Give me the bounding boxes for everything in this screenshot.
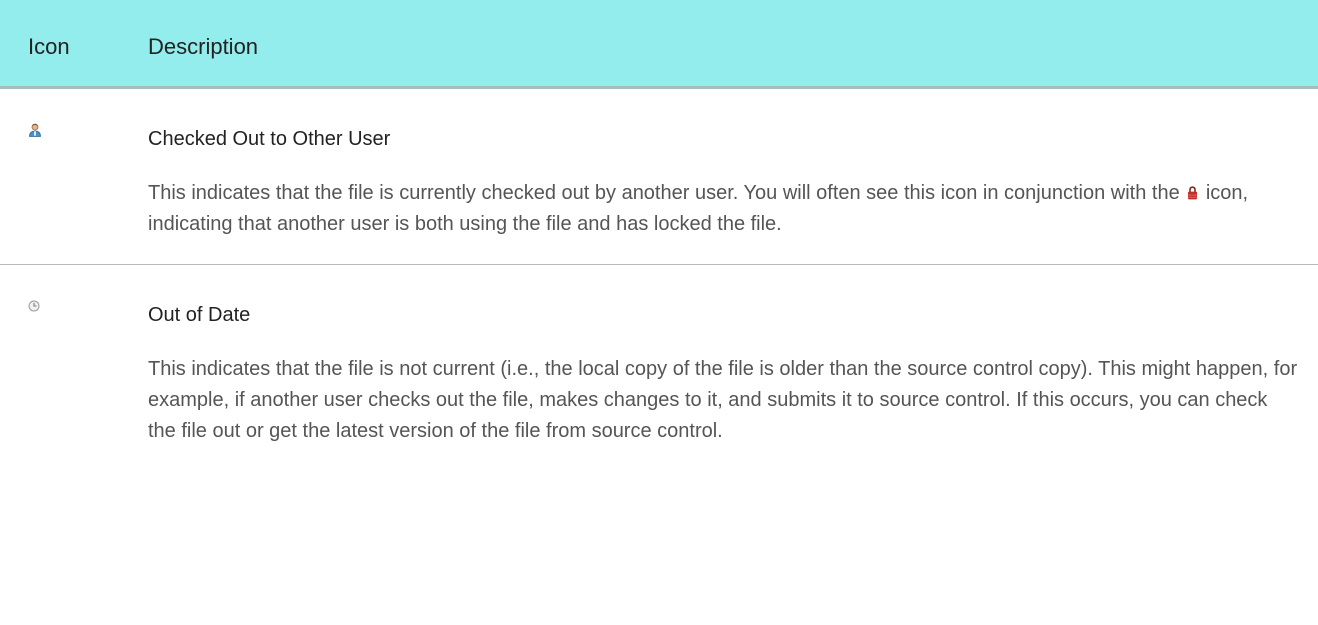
description-cell: Checked Out to Other User This indicates…: [148, 87, 1318, 265]
table-row: Out of Date This indicates that the file…: [0, 264, 1318, 467]
row-description: This indicates that the file is not curr…: [148, 357, 1298, 442]
row-title: Checked Out to Other User: [148, 127, 391, 150]
table-header: Icon Description: [0, 0, 1318, 89]
row-title: Out of Date: [148, 303, 251, 326]
description-cell: Out of Date This indicates that the file…: [148, 264, 1318, 467]
icon-cell: [0, 264, 148, 467]
table-row: Checked Out to Other User This indicates…: [0, 87, 1318, 265]
out-of-date-clock-icon: [28, 300, 40, 312]
column-header-icon: Icon: [0, 0, 148, 89]
row-description: This indicates that the file is currentl…: [148, 178, 1318, 240]
description-text-before-icon: This indicates that the file is currentl…: [148, 181, 1180, 204]
icon-cell: [0, 87, 148, 265]
icon-description-table: Icon Description Checked Out to Other Us…: [0, 0, 1318, 467]
checked-out-other-user-icon: [28, 123, 42, 137]
table-header-row: Icon Description: [0, 0, 1318, 89]
column-header-description: Description: [148, 0, 1318, 89]
lock-icon: [1187, 185, 1198, 200]
